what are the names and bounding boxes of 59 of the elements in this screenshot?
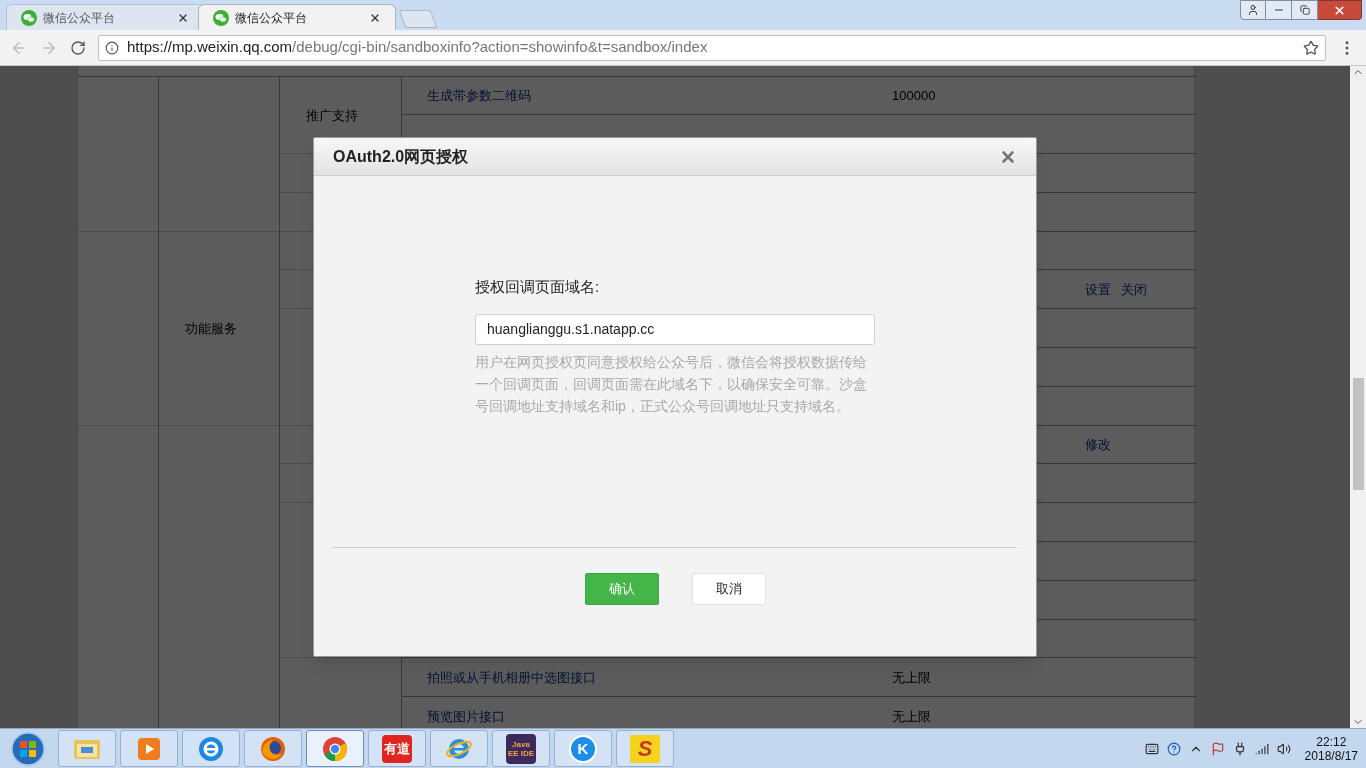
hint-text: 用户在网页授权页同意授权给公众号后，微信会将授权数据传给一个回调页面，回调页面需在此域名下，以确保安全可靠。沙盒号回调地址支持域名和ip，正式公众号回调地址只支持域名。 [475, 352, 868, 416]
group-label: 推广支持 [305, 107, 358, 123]
browser-tab[interactable]: 微信公众平台 [198, 4, 396, 30]
restore-button[interactable] [1292, 0, 1318, 20]
limit-value: 100000 [892, 88, 936, 104]
api-link[interactable]: 拍照或从手机相册中选图接口 [426, 670, 596, 686]
flag-icon[interactable] [1210, 741, 1225, 756]
keyboard-icon[interactable] [1144, 741, 1159, 756]
action-link[interactable]: 关闭 [1121, 279, 1147, 300]
signal-icon[interactable] [1254, 741, 1269, 756]
category-label: 功能服务 [184, 321, 237, 337]
volume-icon[interactable] [1276, 741, 1291, 756]
address-field[interactable]: https://mp.weixin.qq.com/debug/cgi-bin/sandboxinfo?action=showinfo&t=sandbox/index [98, 34, 1326, 61]
taskbar-button[interactable]: Java EE IDE [492, 730, 550, 767]
browser-e-icon [198, 735, 224, 762]
play-icon [137, 736, 161, 761]
scrollbar[interactable] [1350, 66, 1366, 728]
chrome-icon [322, 735, 348, 762]
taskbar-button[interactable]: K [554, 730, 612, 767]
clock[interactable]: 22:12 2018/8/17 [1304, 734, 1358, 763]
confirm-button[interactable]: 确认 [584, 573, 659, 605]
cancel-button[interactable]: 取消 [691, 573, 766, 605]
close-icon [1333, 3, 1346, 17]
app-logo: 有道 [382, 734, 412, 763]
chat-bubble-icon [21, 9, 37, 26]
action-link[interactable]: 修改 [1085, 434, 1111, 455]
restore-icon [1299, 5, 1310, 15]
taskbar-button[interactable]: S [616, 730, 674, 767]
reload-icon[interactable] [70, 39, 86, 56]
scrollbar-thumb[interactable] [1352, 378, 1364, 490]
app-logo: S [630, 734, 660, 763]
tab-title: 微信公众平台 [235, 9, 308, 27]
dialog-title: OAuth2.0网页授权 [333, 146, 469, 167]
taskbar-button[interactable] [182, 730, 240, 767]
tab-title: 微信公众平台 [43, 9, 116, 27]
api-link[interactable]: 生成带参数二维码 [426, 88, 531, 104]
taskbar-button[interactable] [244, 730, 302, 767]
minimize-button[interactable] [1266, 0, 1292, 20]
url-text: https://mp.weixin.qq.com/debug/cgi-bin/sandboxinfo?action=showinfo&t=sandbox/index [127, 37, 709, 58]
domain-input[interactable]: huanglianggu.s1.natapp.cc [475, 313, 875, 345]
taskbar-button[interactable] [58, 730, 116, 767]
taskbar-button[interactable] [430, 730, 488, 767]
user-icon [1247, 4, 1259, 16]
star-icon[interactable] [1303, 39, 1319, 56]
limit-value: 无上限 [892, 670, 931, 686]
help-icon[interactable] [1166, 741, 1181, 756]
fox-globe-icon [260, 735, 286, 762]
close-button[interactable] [1318, 0, 1362, 20]
info-icon[interactable] [105, 40, 119, 55]
action-link[interactable]: 设置 [1085, 279, 1111, 300]
app-logo: K [569, 734, 597, 763]
field-label: 授权回调页面域名: [475, 277, 601, 297]
user-button[interactable] [1240, 0, 1266, 20]
api-link[interactable]: 预览图片接口 [426, 709, 505, 725]
limit-value: 无上限 [892, 709, 931, 725]
chat-bubble-icon [213, 9, 229, 26]
app-logo: Java EE IDE [506, 733, 536, 764]
taskbar-button[interactable] [306, 730, 364, 767]
taskbar-button[interactable]: 有道 [368, 730, 426, 767]
